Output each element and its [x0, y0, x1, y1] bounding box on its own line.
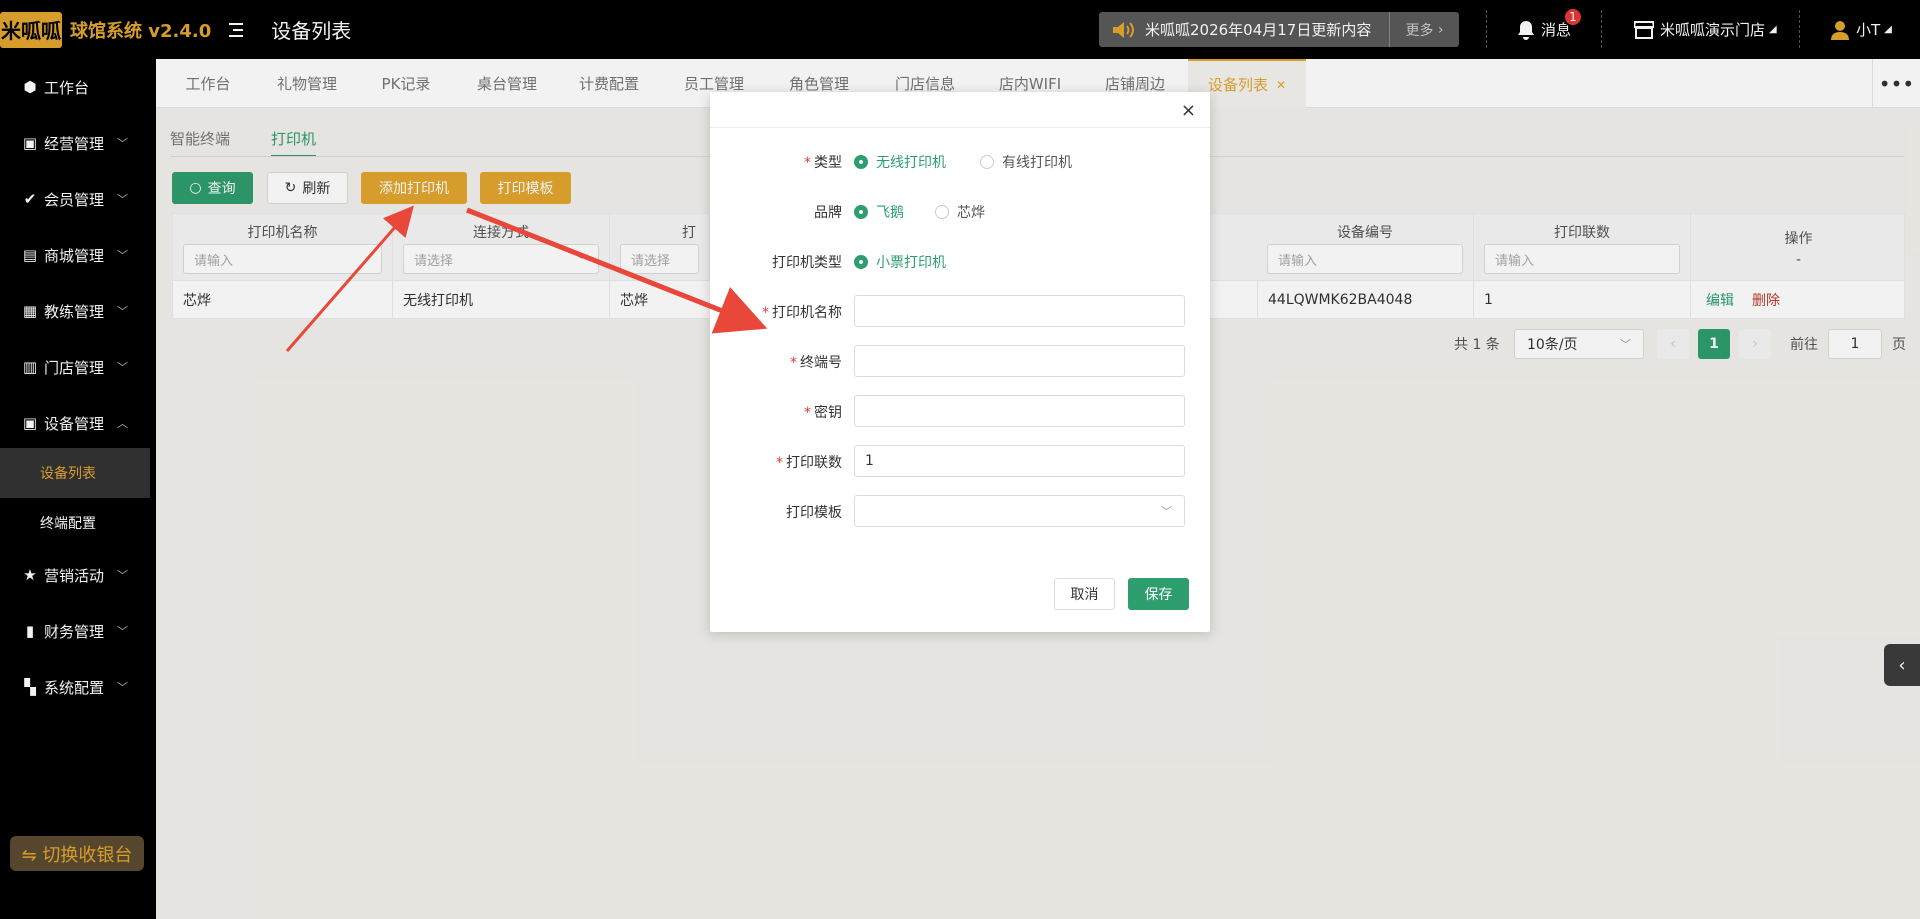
- brand-label: 品牌: [814, 205, 842, 221]
- terminal-input[interactable]: [854, 345, 1185, 377]
- printer-type-label: 打印机类型: [772, 255, 842, 271]
- radio-brand-xinye[interactable]: 芯烨: [935, 202, 985, 222]
- radio-wireless[interactable]: 无线打印机: [854, 152, 946, 172]
- add-printer-dialog: × * 类型 无线打印机 有线打印机 品牌 飞鹅 芯烨 打印机类型 小票打印机 *…: [710, 92, 1210, 632]
- radio-receipt-printer[interactable]: 小票打印机: [854, 252, 946, 272]
- type-label: * 类型: [804, 155, 842, 171]
- template-select[interactable]: ﹀: [854, 495, 1185, 527]
- dialog-header: ×: [710, 92, 1210, 128]
- secret-label: * 密钥: [804, 405, 842, 421]
- close-icon[interactable]: ×: [1181, 100, 1196, 121]
- template-label: 打印模板: [786, 505, 842, 521]
- radio-brand-feie[interactable]: 飞鹅: [854, 202, 904, 222]
- cancel-button[interactable]: 取消: [1054, 578, 1115, 610]
- copies-label: * 打印联数: [776, 455, 842, 471]
- chevron-down-icon: ﹀: [1161, 505, 1172, 518]
- printer-name-input[interactable]: [854, 295, 1185, 327]
- secret-input[interactable]: [854, 395, 1185, 427]
- printer-name-label: * 打印机名称: [762, 305, 842, 321]
- radio-wired[interactable]: 有线打印机: [980, 152, 1072, 172]
- save-button[interactable]: 保存: [1128, 578, 1189, 610]
- terminal-label: * 终端号: [790, 355, 842, 371]
- copies-input[interactable]: 1: [854, 445, 1185, 477]
